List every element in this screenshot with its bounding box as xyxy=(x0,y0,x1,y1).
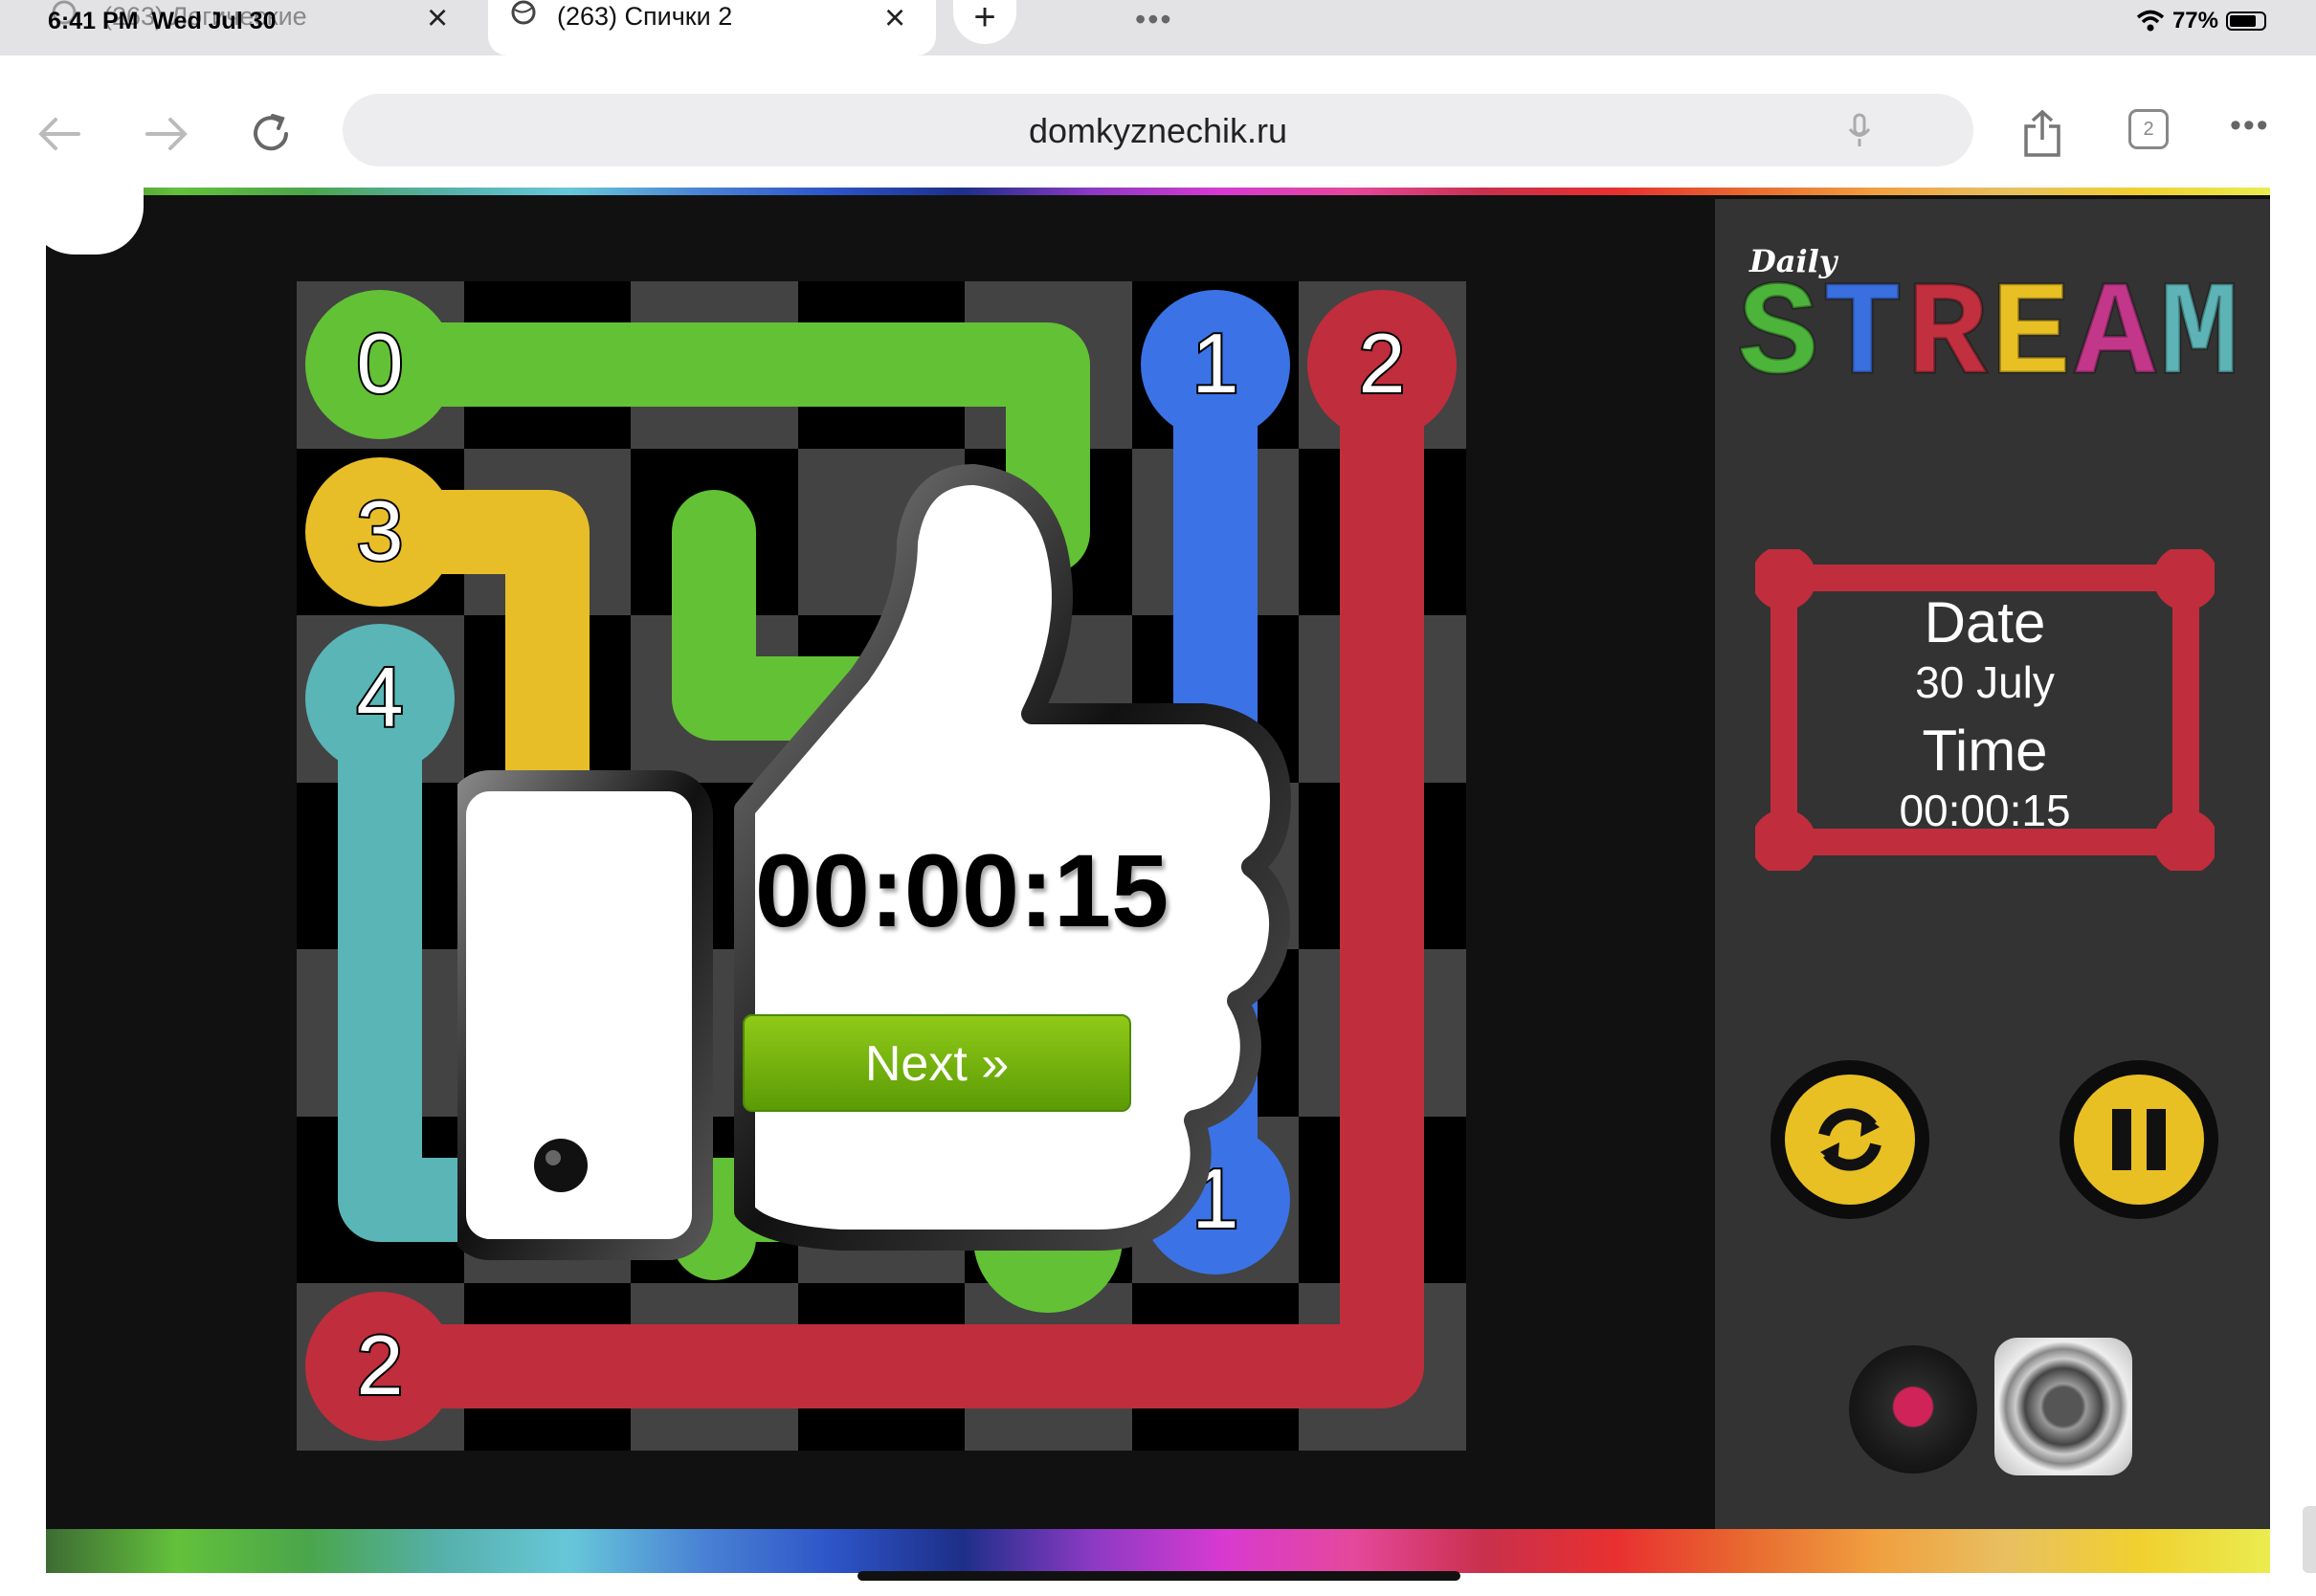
pencil-stripe-top xyxy=(46,188,2270,195)
back-button[interactable] xyxy=(31,105,88,163)
sidebar-panel: Daily STREAM Date 30 July Time 00:00:15 xyxy=(1715,199,2270,1529)
logo-letter: E xyxy=(1990,261,2073,413)
status-indicators: 77% xyxy=(2136,8,2266,34)
globe-icon xyxy=(511,0,536,25)
browser-toolbar: domkyznechik.ru 2 ••• xyxy=(0,55,2316,188)
reload-button[interactable] xyxy=(243,105,301,163)
url-text: domkyznechik.ru xyxy=(1028,111,1288,150)
scroll-edge xyxy=(2303,1506,2316,1573)
browser-tab-bar: (263) Логические × (263) Спички 2 × + ••… xyxy=(0,0,2316,55)
record-icon[interactable] xyxy=(1849,1345,1977,1474)
date-label: Date xyxy=(1924,590,2046,654)
endpoint-label: 4 xyxy=(357,650,404,744)
date-value: 30 July xyxy=(1915,657,2055,707)
endpoint-label: 2 xyxy=(357,1318,404,1412)
refresh-button[interactable] xyxy=(1770,1060,1929,1219)
tab-matches-2[interactable]: (263) Спички 2 × xyxy=(488,0,936,55)
endpoint-label: 2 xyxy=(1359,316,1406,410)
battery-percent: 77% xyxy=(2171,8,2218,33)
logo-letter: M xyxy=(2158,261,2241,413)
game-area: 0 1 2 3 4 1 2 00:00:15 Next » Daily STRE… xyxy=(46,188,2270,1573)
time-value: 00:00:15 xyxy=(1899,786,2071,835)
pencil-stripe-bottom xyxy=(46,1529,2270,1573)
logo-stream: STREAM xyxy=(1736,261,2241,413)
status-clock: 6:41 PM Wed Jul 30 xyxy=(48,8,277,34)
speaker-icon[interactable] xyxy=(1994,1338,2132,1475)
pause-icon xyxy=(2112,1109,2166,1170)
share-icon xyxy=(2024,109,2060,157)
pause-button[interactable] xyxy=(2060,1060,2218,1219)
endpoint-label: 3 xyxy=(357,483,404,578)
endpoint-label: 1 xyxy=(1192,316,1239,410)
date-time-box: Date 30 July Time 00:00:15 xyxy=(1755,549,2215,871)
logo-letter: A xyxy=(2074,261,2157,413)
tab-title: (263) Спички 2 xyxy=(557,2,733,31)
next-button[interactable]: Next » xyxy=(743,1014,1131,1112)
reload-icon xyxy=(254,114,288,151)
close-tab-icon[interactable]: × xyxy=(884,0,905,36)
more-menu-icon[interactable]: ••• xyxy=(2230,109,2270,142)
arrow-left-icon xyxy=(38,118,80,150)
refresh-icon xyxy=(1818,1108,1882,1171)
chat-bubble-button[interactable] xyxy=(46,188,144,255)
tab-count-button[interactable]: 2 xyxy=(2128,109,2169,149)
battery-icon xyxy=(2226,11,2266,31)
address-bar[interactable]: domkyznechik.ru xyxy=(343,94,1973,166)
wifi-icon xyxy=(2136,10,2165,32)
new-tab-button[interactable]: + xyxy=(953,0,1016,44)
share-button[interactable] xyxy=(2014,105,2071,163)
endpoint-label: 0 xyxy=(357,316,404,410)
time-label: Time xyxy=(1922,719,2048,783)
close-tab-icon[interactable]: × xyxy=(427,0,448,36)
logo-letter: T xyxy=(1821,261,1904,413)
logo-letter: R xyxy=(1905,261,1989,413)
home-indicator[interactable] xyxy=(857,1571,1460,1581)
overlay-timer: 00:00:15 xyxy=(754,832,1169,948)
logo-letter: S xyxy=(1736,261,1819,413)
arrow-right-icon xyxy=(145,118,188,150)
microphone-icon[interactable] xyxy=(1847,113,1872,149)
forward-button[interactable] xyxy=(138,105,195,163)
tab-overview-dots-icon[interactable]: ••• xyxy=(1135,2,1173,37)
